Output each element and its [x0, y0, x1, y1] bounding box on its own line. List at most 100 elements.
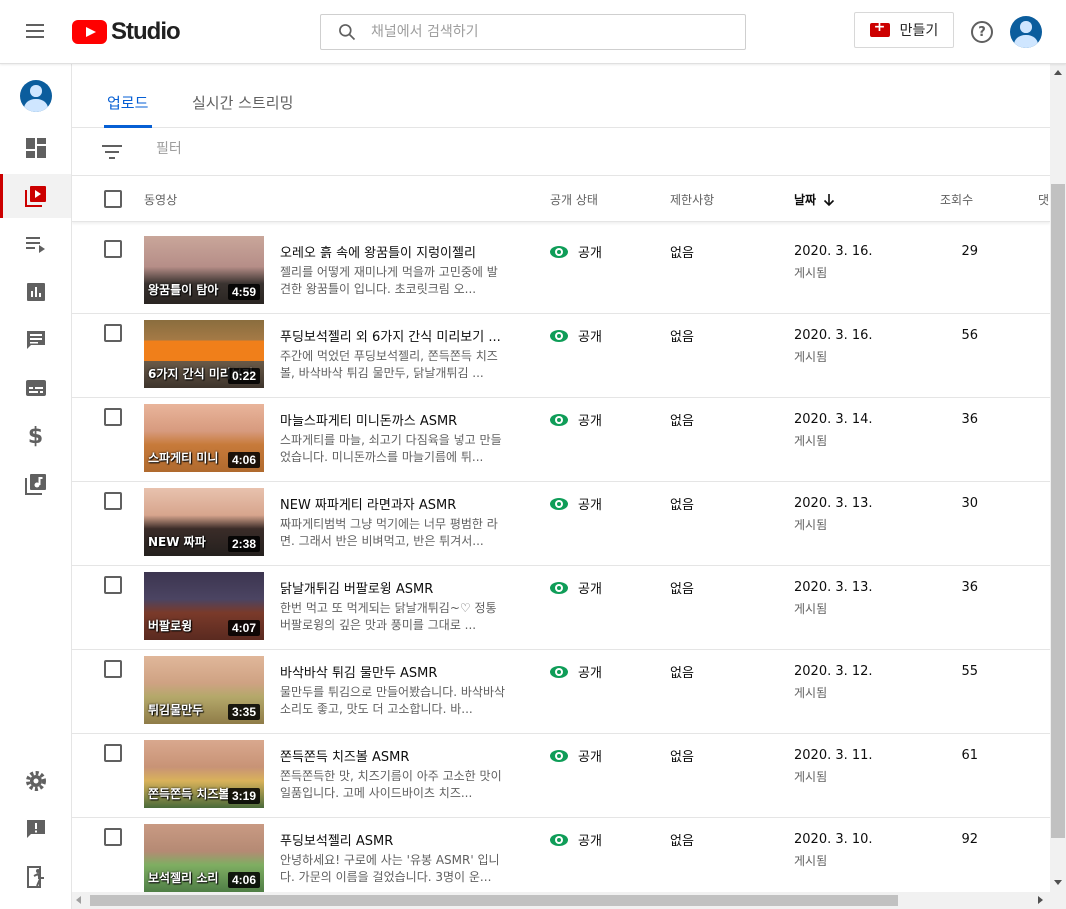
row-select-checkbox[interactable]: [104, 744, 122, 762]
video-thumbnail[interactable]: 스파게티 미니 4:06: [144, 404, 264, 472]
sidebar-item-comments[interactable]: [0, 318, 71, 362]
row-select-checkbox[interactable]: [104, 576, 122, 594]
help-icon[interactable]: ?: [971, 21, 993, 43]
video-title[interactable]: 닭날개튀김 버팔로윙 ASMR: [280, 578, 510, 597]
sidebar-item-feedback[interactable]: [0, 807, 71, 851]
create-button[interactable]: 만들기: [854, 12, 954, 48]
video-title[interactable]: 바삭바삭 튀김 물만두 ASMR: [280, 662, 510, 681]
thumbnail-caption: 쫀득쫀득 치즈볼: [148, 787, 230, 801]
video-title[interactable]: NEW 짜파게티 라면과자 ASMR: [280, 494, 510, 513]
table-row[interactable]: 보석젤리 소리 4:06 푸딩보석젤리 ASMR 안녕하세요! 구로에 사는 '유봉 …: [72, 818, 1050, 892]
scrollbar-corner: [1050, 892, 1066, 909]
table-row[interactable]: 쫀득쫀득 치즈볼 3:19 쫀득쫀득 치즈볼 ASMR 쫀득쫀득한 맛, 치즈기름이 …: [72, 734, 1050, 818]
video-title[interactable]: 쫀득쫀득 치즈볼 ASMR: [280, 746, 510, 765]
publish-date: 2020. 3. 14.: [794, 412, 873, 427]
channel-search-box[interactable]: [320, 14, 746, 50]
vertical-scroll-thumb[interactable]: [1051, 184, 1065, 838]
scroll-up-icon[interactable]: [1054, 70, 1062, 75]
visibility-status[interactable]: 공개: [550, 326, 602, 345]
column-header-views[interactable]: 조회수: [940, 191, 973, 208]
video-title[interactable]: 푸딩보석젤리 외 6가지 간식 미리보기 ...: [280, 326, 510, 345]
logo-text: Studio: [111, 18, 181, 45]
row-select-checkbox[interactable]: [104, 828, 122, 846]
sidebar-item-videos[interactable]: [0, 174, 71, 218]
sidebar-item-subtitles[interactable]: [0, 366, 71, 410]
column-header-video: 동영상: [144, 193, 178, 207]
filter-input[interactable]: [156, 141, 456, 157]
eye-icon: [550, 329, 568, 342]
publish-status: 게시됨: [794, 854, 828, 868]
visibility-status[interactable]: 공개: [550, 830, 602, 849]
eye-icon: [550, 665, 568, 678]
video-title[interactable]: 오레오 흙 속에 왕꿈틀이 지렁이젤리: [280, 242, 510, 261]
horizontal-scrollbar[interactable]: [72, 892, 1050, 909]
table-row[interactable]: 스파게티 미니 4:06 마늘스파게티 미니돈까스 ASMR 스파게티를 마늘, 쇠고…: [72, 398, 1050, 482]
video-thumbnail[interactable]: 6가지 간식 미리보기 0:22: [144, 320, 264, 388]
analytics-icon: [26, 283, 45, 301]
tab-uploads[interactable]: 업로드: [107, 92, 148, 113]
visibility-status[interactable]: 공개: [550, 746, 602, 765]
restrictions-value: 없음: [670, 498, 694, 513]
visibility-status[interactable]: 공개: [550, 494, 602, 513]
filter-icon[interactable]: [102, 145, 122, 159]
row-select-checkbox[interactable]: [104, 240, 122, 258]
scroll-down-icon[interactable]: [1054, 880, 1062, 885]
sidebar-item-playlists[interactable]: [0, 222, 71, 266]
row-select-checkbox[interactable]: [104, 660, 122, 678]
column-header-restrictions[interactable]: 제한사항: [670, 191, 714, 208]
video-duration: 0:22: [227, 368, 260, 384]
visibility-status[interactable]: 공개: [550, 578, 602, 597]
sidebar-item-audio-library[interactable]: [0, 462, 71, 506]
video-description: 젤리를 어떻게 재미나게 먹을까 고민중에 발견한 왕꿈틀이 입니다. 초코릿크…: [280, 265, 498, 296]
video-thumbnail[interactable]: 튀김물만두 3:35: [144, 656, 264, 724]
column-header-comments[interactable]: 댓: [1038, 191, 1049, 208]
account-avatar[interactable]: [1010, 16, 1042, 48]
video-thumbnail[interactable]: 왕꿈틀이 탐아 4:59: [144, 236, 264, 304]
sidebar-item-analytics[interactable]: [0, 270, 71, 314]
row-select-checkbox[interactable]: [104, 324, 122, 342]
visibility-label: 공개: [578, 498, 602, 513]
table-row[interactable]: 왕꿈틀이 탐아 4:59 오레오 흙 속에 왕꿈틀이 지렁이젤리젤리를 어떻게 재미…: [72, 230, 1050, 314]
eye-icon: [550, 749, 568, 762]
subtitles-icon: [25, 380, 46, 396]
video-thumbnail[interactable]: 쫀득쫀득 치즈볼 3:19: [144, 740, 264, 808]
visibility-status[interactable]: 공개: [550, 662, 602, 681]
tab-live-streaming[interactable]: 실시간 스트리밍: [192, 92, 293, 113]
table-row[interactable]: 버팔로윙 4:07 닭날개튀김 버팔로윙 ASMR 한번 먹고 또 먹게되는 닭날개튀…: [72, 566, 1050, 650]
table-row[interactable]: 튀김물만두 3:35 바삭바삭 튀김 물만두 ASMR 물만두를 튀김으로 만들어봤습…: [72, 650, 1050, 734]
table-row[interactable]: 6가지 간식 미리보기 0:22 푸딩보석젤리 외 6가지 간식 미리보기 ... 주…: [72, 314, 1050, 398]
video-thumbnail[interactable]: NEW 짜파 2:38: [144, 488, 264, 556]
channel-avatar[interactable]: [20, 80, 52, 112]
visibility-label: 공개: [578, 834, 602, 849]
horizontal-scroll-thumb[interactable]: [90, 895, 898, 906]
hamburger-menu-icon[interactable]: [24, 22, 46, 42]
column-header-visibility[interactable]: 공개 상태: [550, 191, 598, 208]
row-select-checkbox[interactable]: [104, 408, 122, 426]
studio-logo[interactable]: Studio: [72, 18, 181, 46]
sidebar-item-monetization[interactable]: $: [0, 414, 71, 458]
visibility-status[interactable]: 공개: [550, 410, 602, 429]
visibility-status[interactable]: 공개: [550, 242, 602, 261]
scroll-right-icon[interactable]: [1038, 896, 1043, 904]
vertical-scrollbar[interactable]: [1050, 64, 1066, 892]
publish-date: 2020. 3. 16.: [794, 328, 873, 343]
eye-icon: [550, 245, 568, 258]
sidebar-item-classic-studio[interactable]: [0, 855, 71, 899]
column-header-date[interactable]: 날짜: [794, 191, 836, 208]
video-thumbnail[interactable]: 버팔로윙 4:07: [144, 572, 264, 640]
top-app-bar: Studio 만들기 ?: [0, 0, 1066, 64]
video-duration: 4:59: [227, 284, 260, 300]
row-select-checkbox[interactable]: [104, 492, 122, 510]
video-title[interactable]: 푸딩보석젤리 ASMR: [280, 830, 510, 849]
table-row[interactable]: NEW 짜파 2:38 NEW 짜파게티 라면과자 ASMR 짜파게티범벅 그냥 먹기…: [72, 482, 1050, 566]
view-count: 92: [961, 832, 978, 847]
publish-status: 게시됨: [794, 602, 828, 616]
scroll-left-icon[interactable]: [76, 896, 81, 904]
search-input[interactable]: [371, 24, 711, 40]
select-all-checkbox[interactable]: [104, 190, 122, 208]
sidebar-item-dashboard[interactable]: [0, 126, 71, 170]
video-title[interactable]: 마늘스파게티 미니돈까스 ASMR: [280, 410, 510, 429]
video-description: 한번 먹고 또 먹게되는 닭날개튀김~♡ 정통 버팔로윙의 깊은 맛과 풍미를 …: [280, 601, 497, 632]
video-thumbnail[interactable]: 보석젤리 소리 4:06: [144, 824, 264, 892]
sidebar-item-settings[interactable]: [0, 759, 71, 803]
